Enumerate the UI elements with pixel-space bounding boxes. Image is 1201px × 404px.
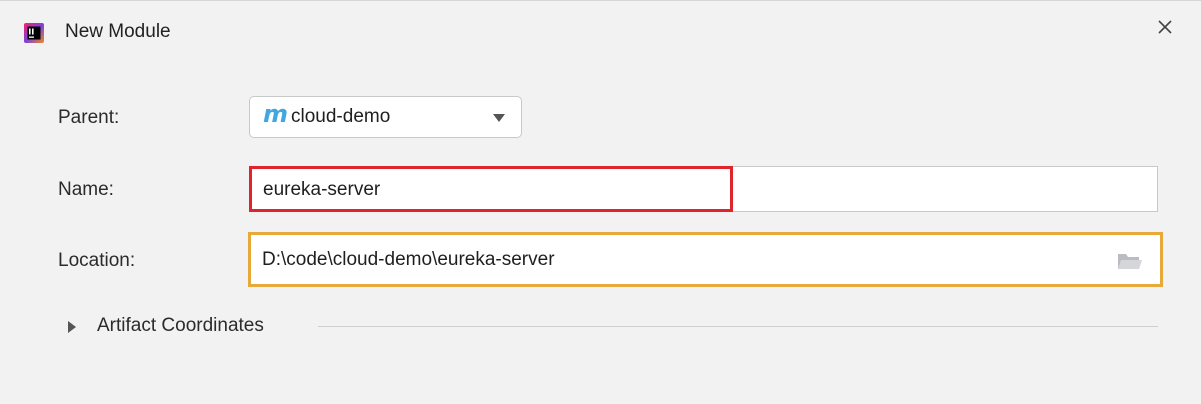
artifact-coordinates-label[interactable]: Artifact Coordinates bbox=[97, 315, 264, 337]
new-module-dialog: New Module Parent: m cloud-demo Name: eu… bbox=[0, 0, 1201, 404]
location-label: Location: bbox=[58, 250, 136, 271]
section-divider bbox=[318, 326, 1158, 327]
parent-label: Parent: bbox=[58, 107, 120, 128]
name-label: Name: bbox=[58, 179, 114, 200]
parent-dropdown[interactable]: m cloud-demo bbox=[249, 96, 522, 138]
location-field[interactable]: D:\code\cloud-demo\eureka-server bbox=[248, 232, 1163, 287]
intellij-idea-icon bbox=[24, 23, 44, 43]
name-value: eureka-server bbox=[263, 179, 381, 200]
folder-open-icon[interactable] bbox=[1117, 251, 1143, 271]
location-value: D:\code\cloud-demo\eureka-server bbox=[262, 249, 555, 270]
name-field[interactable]: eureka-server bbox=[249, 166, 1158, 212]
maven-m-icon: m bbox=[263, 100, 289, 128]
title-bar: New Module bbox=[0, 1, 1201, 63]
artifact-coordinates-section[interactable]: Artifact Coordinates bbox=[68, 314, 1160, 340]
parent-value: cloud-demo bbox=[291, 106, 391, 127]
close-icon[interactable] bbox=[1153, 15, 1177, 39]
dialog-title: New Module bbox=[65, 21, 171, 42]
expand-triangle-icon[interactable] bbox=[68, 321, 76, 333]
chevron-down-icon bbox=[493, 114, 505, 122]
